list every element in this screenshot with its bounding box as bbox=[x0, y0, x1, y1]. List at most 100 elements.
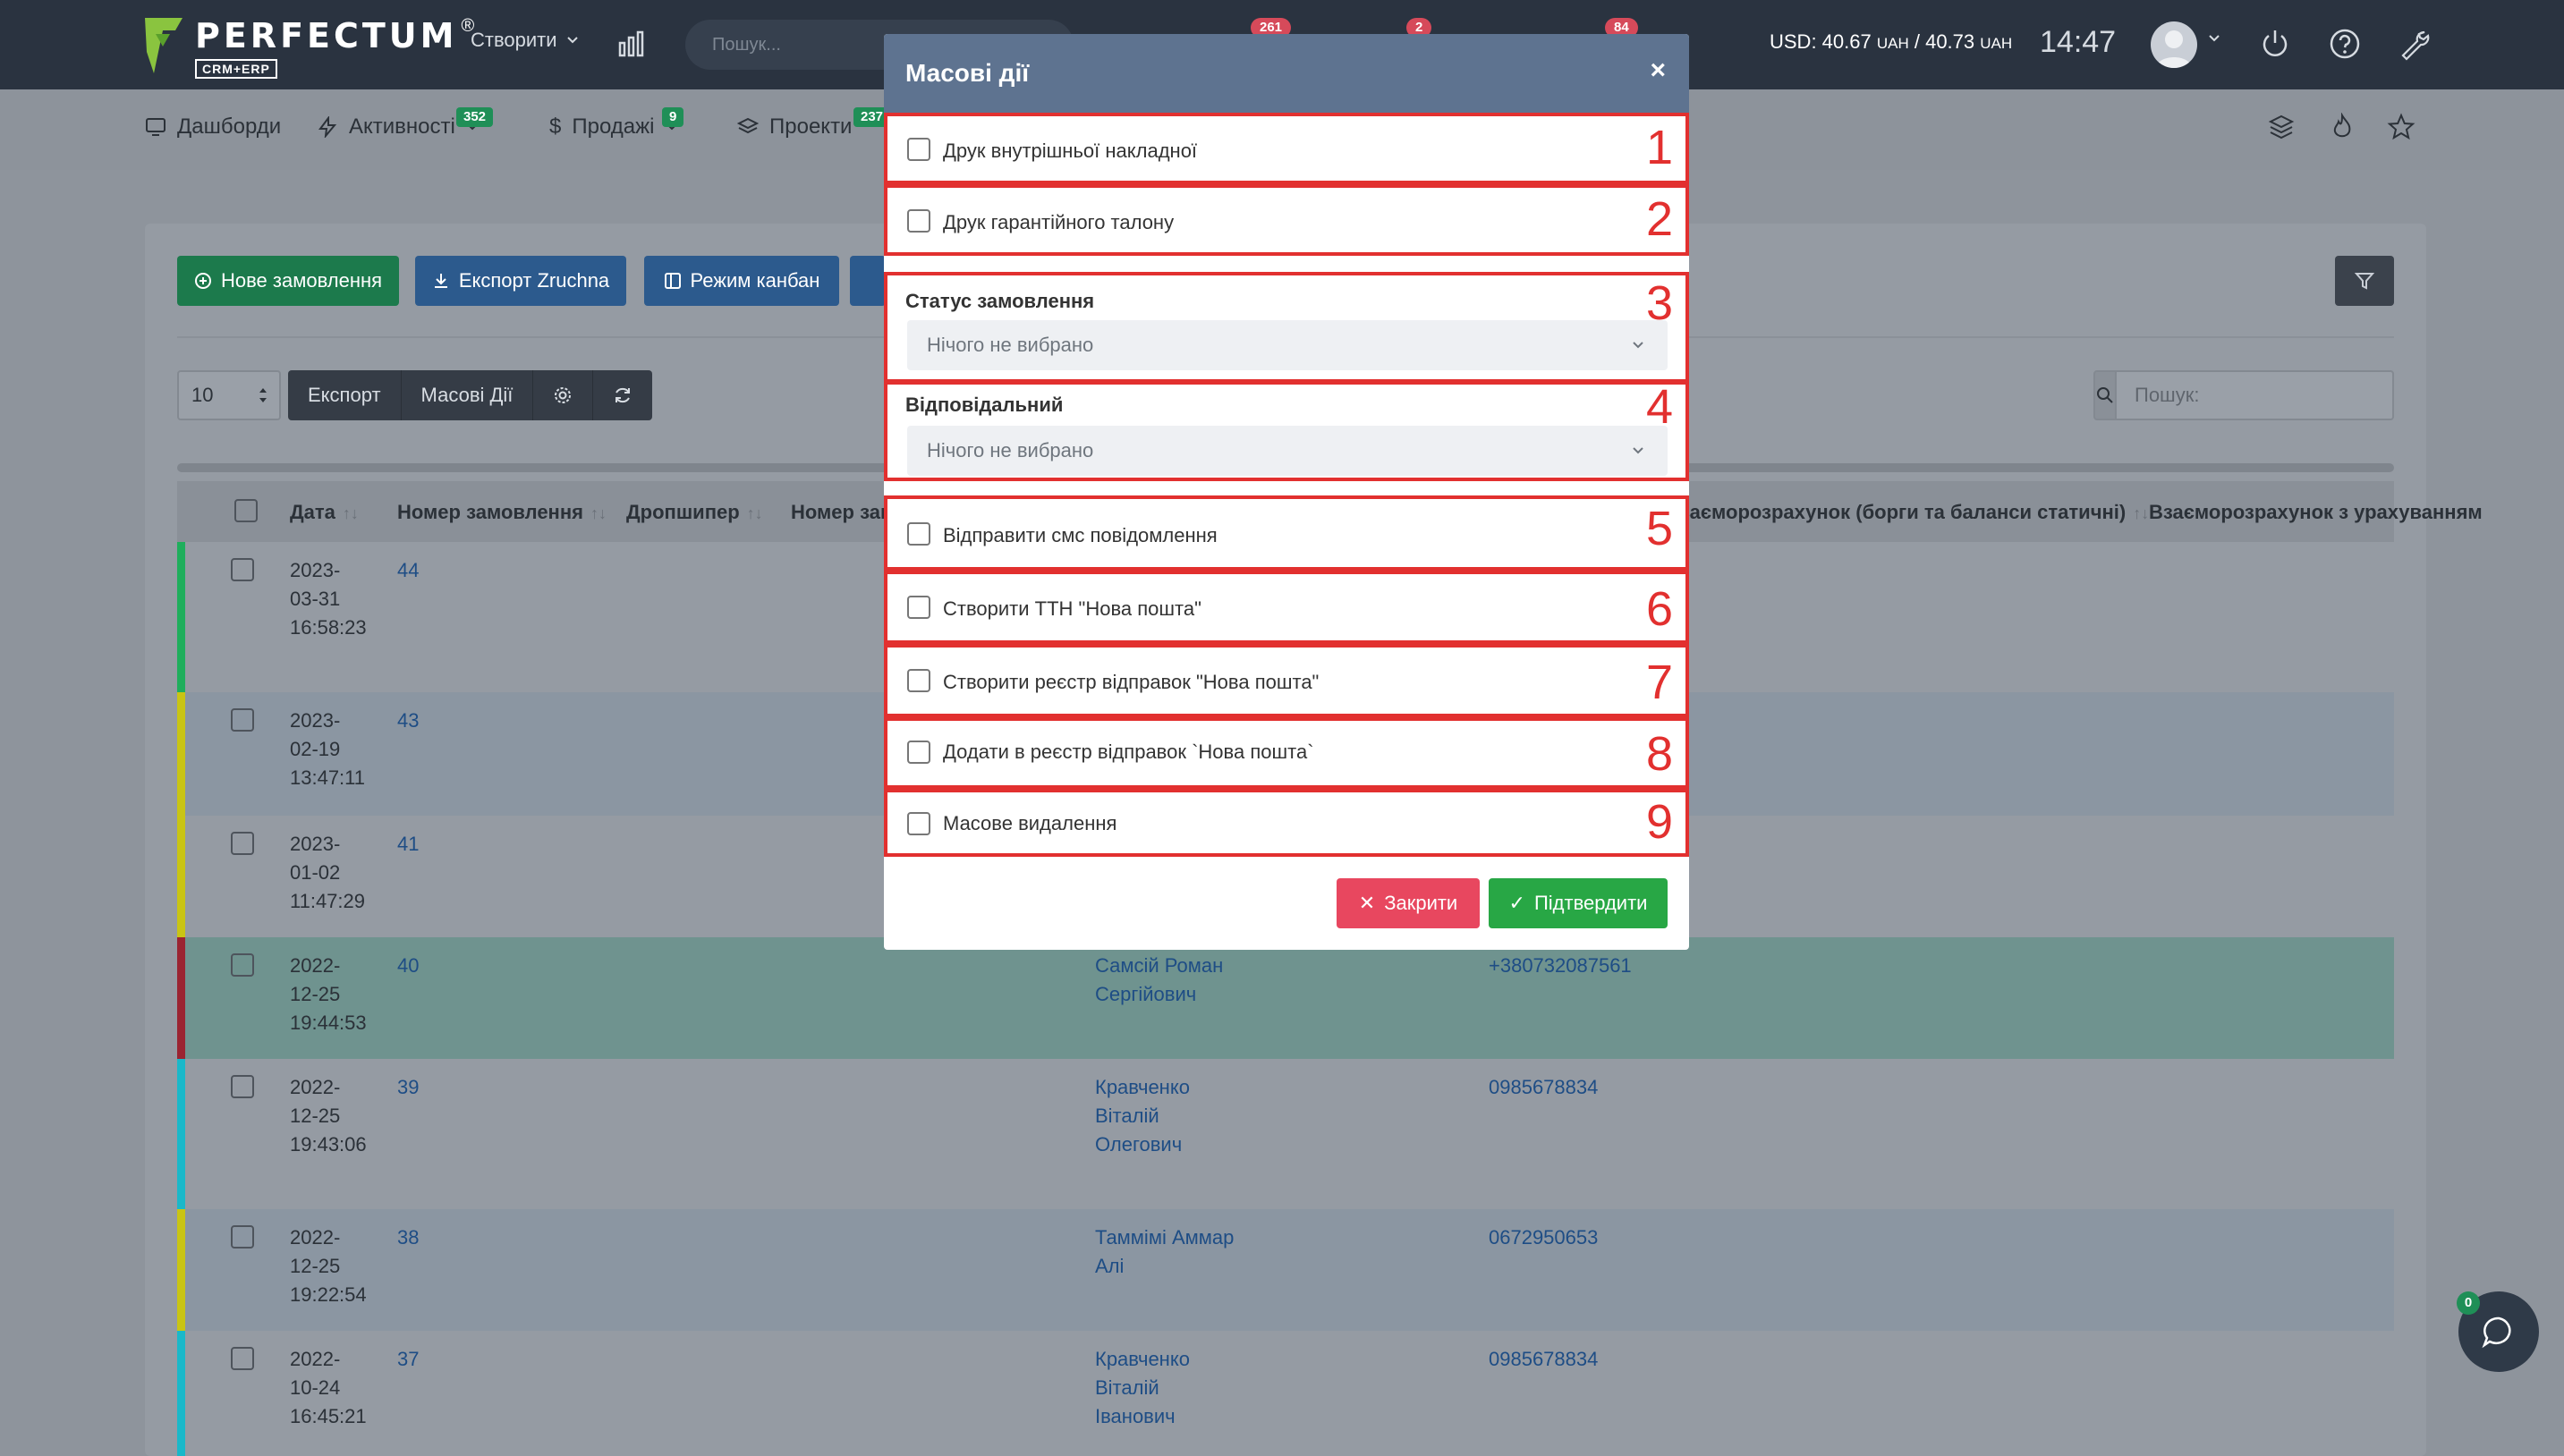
help-icon[interactable] bbox=[2328, 27, 2362, 61]
print-invoice-label: Друк внутрішньої накладної bbox=[943, 140, 1198, 162]
row-checkbox[interactable] bbox=[231, 558, 254, 581]
row-client-part: Кравченко bbox=[1095, 1076, 1190, 1098]
chevron-down-icon bbox=[1633, 447, 1643, 454]
annotation-marker: 7 bbox=[1645, 656, 1673, 709]
add-registry-checkbox[interactable] bbox=[907, 741, 930, 764]
row-checkbox[interactable] bbox=[231, 708, 254, 732]
column-header-label: Взаєморозрахунок з урахуванням bbox=[2149, 501, 2483, 523]
print-invoice-checkbox[interactable] bbox=[907, 138, 930, 161]
fire-icon[interactable] bbox=[2328, 113, 2356, 141]
column-header-dropshipper[interactable]: Дропшипер ↑↓ bbox=[626, 501, 763, 524]
nav-item-sales[interactable]: $ Продажі bbox=[549, 114, 678, 140]
logo[interactable]: PERFECTUM ® CRM+ERP bbox=[143, 16, 474, 79]
responsible-select[interactable]: Нічого не вибрано bbox=[907, 426, 1668, 476]
close-button[interactable]: ✕ Закрити bbox=[1337, 878, 1480, 928]
mass-delete-label: Масове видалення bbox=[943, 812, 1117, 834]
option-print-invoice[interactable]: Друк внутрішньої накладної 1 bbox=[884, 113, 1689, 184]
create-registry-checkbox[interactable] bbox=[907, 669, 930, 692]
bar-chart-icon[interactable] bbox=[617, 30, 646, 57]
export-zruchna-button[interactable]: Експорт Zruchna bbox=[415, 256, 626, 306]
star-icon[interactable] bbox=[2387, 113, 2415, 141]
row-client-link[interactable]: Самсій Роман Сергійович bbox=[1095, 952, 1223, 1009]
create-menu-label: Створити bbox=[471, 29, 557, 51]
table-search-input[interactable] bbox=[2117, 370, 2394, 420]
export-button[interactable]: Експорт bbox=[288, 370, 402, 420]
table-row[interactable]: 2022- 10-24 16:45:21 37 Кравченко Віталій Іван… bbox=[177, 1331, 2394, 1456]
row-phone-link[interactable]: 0985678834 bbox=[1489, 1073, 1598, 1102]
column-header-date[interactable]: Дата ↑↓ bbox=[290, 501, 359, 524]
row-checkbox[interactable] bbox=[231, 832, 254, 855]
settings-button[interactable] bbox=[533, 370, 594, 420]
option-send-sms[interactable]: Відправити смс повідомлення 5 bbox=[884, 495, 1689, 571]
nav-item-label: Продажі bbox=[572, 114, 655, 139]
kanban-mode-button[interactable]: Режим канбан bbox=[644, 256, 839, 306]
mass-actions-button[interactable]: Масові Дії bbox=[402, 370, 534, 420]
row-checkbox[interactable] bbox=[231, 1075, 254, 1098]
row-checkbox[interactable] bbox=[231, 1225, 254, 1249]
column-header-number-partial[interactable]: Номер зам bbox=[791, 501, 895, 524]
page-size-select[interactable]: 10 bbox=[177, 370, 281, 420]
row-status-bar bbox=[177, 1209, 185, 1331]
power-icon[interactable] bbox=[2258, 27, 2292, 61]
modal-close-icon[interactable]: × bbox=[1650, 55, 1666, 86]
new-order-button[interactable]: Нове замовлення bbox=[177, 256, 399, 306]
option-print-warranty[interactable]: Друк гарантійного талону 2 bbox=[884, 184, 1689, 256]
row-order-number-link[interactable]: 39 bbox=[397, 1073, 419, 1102]
column-header-order-number[interactable]: Номер замовлення ↑↓ bbox=[397, 501, 607, 524]
mass-delete-checkbox[interactable] bbox=[907, 812, 930, 835]
row-date-part: 16:45:21 bbox=[290, 1405, 367, 1427]
filter-button[interactable] bbox=[2335, 256, 2394, 306]
table-row[interactable]: 2022- 12-25 19:22:54 38 Таммімі Аммар Алі 0672… bbox=[177, 1209, 2394, 1331]
refresh-icon bbox=[616, 387, 631, 403]
create-menu[interactable]: Створити bbox=[471, 29, 579, 52]
table-row[interactable]: 2022- 12-25 19:43:06 39 Кравченко Віталій Олег… bbox=[177, 1059, 2394, 1209]
user-silhouette-icon bbox=[2156, 30, 2192, 68]
row-order-number-link[interactable]: 40 bbox=[397, 952, 419, 980]
row-date-part: 2022- bbox=[290, 1226, 341, 1249]
send-sms-checkbox[interactable] bbox=[907, 522, 930, 546]
row-client-link[interactable]: Кравченко Віталій Олегович bbox=[1095, 1073, 1190, 1159]
column-header-mutual-static[interactable]: заєморозрахунок (борги та баланси статич… bbox=[1680, 501, 2149, 524]
row-date: 2022- 12-25 19:43:06 bbox=[290, 1073, 367, 1159]
row-client-link[interactable]: Таммімі Аммар Алі bbox=[1095, 1223, 1234, 1281]
row-order-number-link[interactable]: 38 bbox=[397, 1223, 419, 1252]
table-row[interactable]: 2022- 12-25 19:44:53 40 Самсій Роман Сергійов… bbox=[177, 937, 2394, 1059]
row-phone-link[interactable]: 0985678834 bbox=[1489, 1345, 1598, 1374]
row-client-link[interactable]: Кравченко Віталій Іванович bbox=[1095, 1345, 1190, 1431]
print-warranty-checkbox[interactable] bbox=[907, 209, 930, 233]
select-all-checkbox[interactable] bbox=[234, 499, 258, 522]
row-phone-link[interactable]: 0672950653 bbox=[1489, 1223, 1598, 1252]
confirm-button[interactable]: ✓ Підтвердити bbox=[1489, 878, 1668, 928]
column-header-mutual-with[interactable]: Взаєморозрахунок з урахуванням bbox=[2149, 501, 2483, 524]
column-header-label: заєморозрахунок (борги та баланси статич… bbox=[1680, 501, 2127, 523]
chevron-down-icon bbox=[566, 37, 578, 44]
option-mass-delete[interactable]: Масове видалення 9 bbox=[884, 789, 1689, 857]
row-order-number-link[interactable]: 43 bbox=[397, 707, 419, 735]
option-add-registry[interactable]: Додати в реєстр відправок `Нова пошта` 8 bbox=[884, 717, 1689, 789]
option-create-ttn[interactable]: Створити ТТН "Нова пошта" 6 bbox=[884, 571, 1689, 644]
nav-item-dashboards[interactable]: Дашборди bbox=[145, 114, 281, 140]
option-create-registry[interactable]: Створити реєстр відправок "Нова пошта" 7 bbox=[884, 644, 1689, 717]
option-order-status: Статус замовлення Нічого не вибрано 3 bbox=[884, 272, 1689, 383]
row-order-number-link[interactable]: 41 bbox=[397, 830, 419, 859]
refresh-button[interactable] bbox=[593, 370, 652, 420]
row-checkbox[interactable] bbox=[231, 1347, 254, 1370]
layers-icon[interactable] bbox=[2267, 113, 2296, 141]
row-order-number-link[interactable]: 37 bbox=[397, 1345, 419, 1374]
create-ttn-checkbox[interactable] bbox=[907, 596, 930, 619]
avatar[interactable] bbox=[2151, 21, 2197, 68]
chevron-down-icon[interactable] bbox=[2208, 34, 2220, 43]
row-order-number-link[interactable]: 44 bbox=[397, 556, 419, 585]
order-status-select[interactable]: Нічого не вибрано bbox=[907, 320, 1668, 370]
page-size-value: 10 bbox=[191, 384, 214, 406]
row-phone-link[interactable]: +380732087561 bbox=[1489, 952, 1632, 980]
nav-item-activities[interactable]: Активності bbox=[317, 114, 479, 140]
cart-button[interactable] bbox=[850, 256, 886, 306]
create-ttn-label: Створити ТТН "Нова пошта" bbox=[943, 597, 1201, 620]
wrench-icon[interactable] bbox=[2398, 27, 2432, 61]
row-checkbox[interactable] bbox=[231, 953, 254, 977]
logo-mark-icon bbox=[145, 18, 183, 73]
order-status-label: Статус замовлення bbox=[905, 290, 1095, 312]
check-icon: ✓ bbox=[1508, 892, 1525, 914]
nav-item-projects[interactable]: Проекти bbox=[737, 114, 852, 140]
